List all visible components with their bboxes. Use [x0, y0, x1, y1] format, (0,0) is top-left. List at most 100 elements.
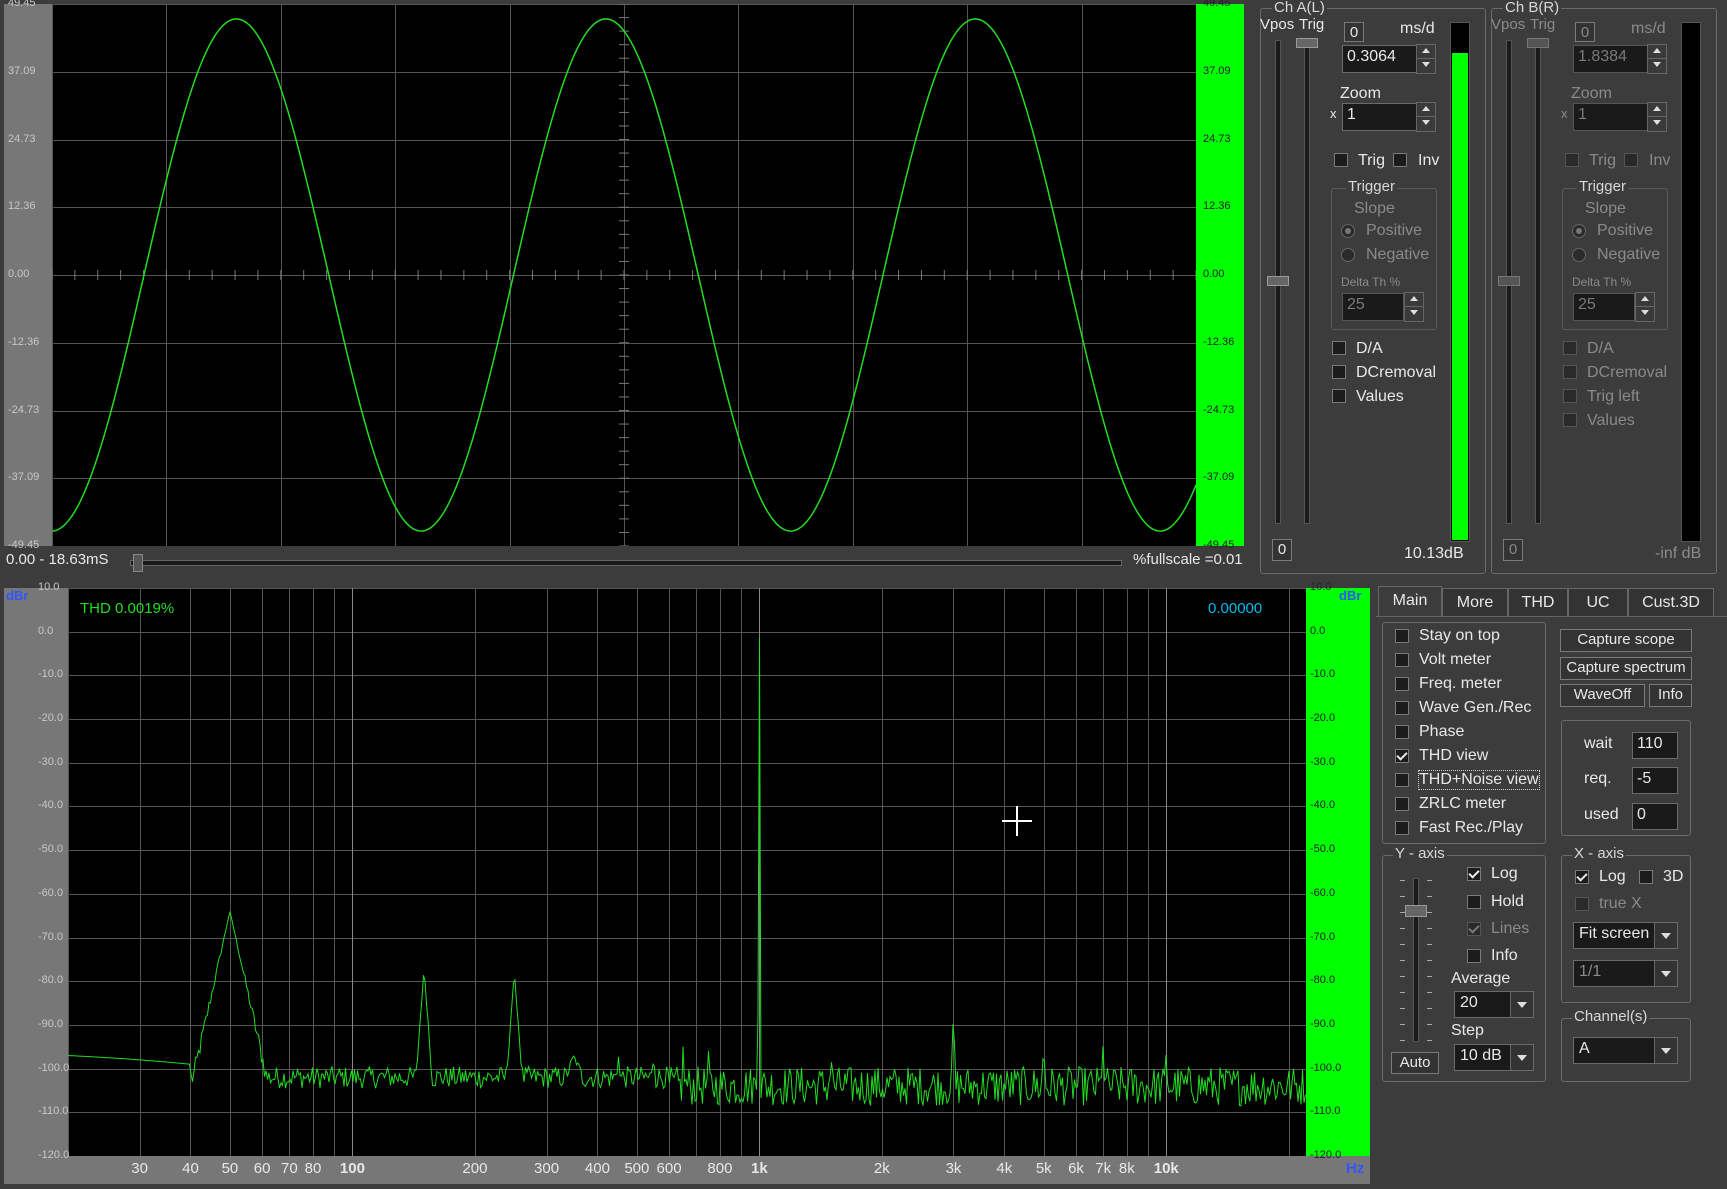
- channel-a-inv-checkbox[interactable]: [1393, 153, 1407, 167]
- y-hold-checkbox[interactable]: [1467, 895, 1481, 909]
- slider-tick: [1427, 912, 1432, 913]
- option-zrlc-meter-checkbox[interactable]: [1395, 797, 1409, 811]
- spectrum-x-tick: 80: [304, 1160, 322, 1177]
- chevron-down-icon[interactable]: [1654, 961, 1677, 986]
- channel-b-zoom-input[interactable]: 1: [1573, 103, 1657, 131]
- channel-a-values-checkbox[interactable]: [1332, 389, 1346, 403]
- channel-a-trig-checkbox[interactable]: [1334, 153, 1348, 167]
- channel-b-vpos-thumb[interactable]: [1498, 276, 1520, 286]
- option-wave-gen-rec-checkbox[interactable]: [1395, 701, 1409, 715]
- channel-b-negative-radio[interactable]: [1572, 248, 1586, 262]
- tab-cust3d[interactable]: Cust.3D: [1628, 588, 1714, 617]
- wait-input[interactable]: 110: [1632, 732, 1678, 759]
- channel-a-vpos-thumb[interactable]: [1267, 276, 1289, 286]
- info-button[interactable]: Info: [1649, 684, 1692, 707]
- channel-b-zoom-spinner[interactable]: [1647, 102, 1667, 132]
- y-hold-label: Hold: [1491, 893, 1524, 910]
- fit-screen-select[interactable]: Fit screen: [1573, 922, 1678, 949]
- channel-b-inv-checkbox[interactable]: [1624, 153, 1638, 167]
- scope-y-tick-right: 24.73: [1203, 132, 1231, 145]
- waveoff-button[interactable]: WaveOff: [1560, 684, 1645, 707]
- scope-y-tick-right: 49.45: [1203, 0, 1231, 9]
- y-axis-slider-thumb[interactable]: [1405, 905, 1427, 917]
- scope-scrollbar[interactable]: [130, 554, 1122, 572]
- scope-y-tick-left: -12.36: [8, 335, 40, 348]
- channel-b-positive-radio[interactable]: [1572, 224, 1586, 238]
- option-phase-checkbox[interactable]: [1395, 725, 1409, 739]
- slider-tick: [1400, 1008, 1405, 1009]
- channel-b-trig-thumb[interactable]: [1527, 38, 1549, 48]
- channel-b-trig-checkbox[interactable]: [1565, 153, 1579, 167]
- x-log-checkbox[interactable]: [1575, 870, 1589, 884]
- tab-uc[interactable]: UC: [1568, 588, 1628, 617]
- channel-b-msd-spinner[interactable]: [1647, 44, 1667, 74]
- tab-thd[interactable]: THD: [1508, 588, 1568, 617]
- option-volt-meter-checkbox[interactable]: [1395, 653, 1409, 667]
- channel-b-trig-slider[interactable]: [1535, 40, 1541, 524]
- channel-a-zero-button[interactable]: 0: [1344, 22, 1364, 42]
- option-thd-view-checkbox[interactable]: [1395, 749, 1409, 763]
- channel-a-dcremoval-checkbox[interactable]: [1332, 365, 1346, 379]
- capture-scope-button[interactable]: Capture scope: [1560, 629, 1692, 652]
- y-info-label: Info: [1491, 947, 1518, 964]
- channel-b-trigleft-checkbox[interactable]: [1563, 389, 1577, 403]
- channel-a-positive-radio[interactable]: [1341, 224, 1355, 238]
- tab-more[interactable]: More: [1442, 588, 1508, 617]
- channel-a-delta-spinner[interactable]: [1404, 292, 1424, 322]
- spectrum-x-tick: 300: [534, 1160, 560, 1177]
- channel-a-msd-spinner[interactable]: [1416, 44, 1436, 74]
- spectrum-x-tick: 200: [462, 1160, 488, 1177]
- option-fast-rec-play-checkbox[interactable]: [1395, 821, 1409, 835]
- channel-b-delta-spinner[interactable]: [1635, 292, 1655, 322]
- channel-b-zero-button[interactable]: 0: [1575, 22, 1595, 42]
- channel-b-zoom-label: Zoom: [1571, 85, 1612, 102]
- channel-b-bottom-zero-button[interactable]: 0: [1503, 539, 1523, 561]
- option-thd-noise-view-checkbox[interactable]: [1395, 773, 1409, 787]
- channel-b-dcremoval-checkbox[interactable]: [1563, 365, 1577, 379]
- spectrum-y-tick-left: -30.0: [38, 755, 64, 768]
- channel-a-msd-label: ms/d: [1400, 20, 1435, 37]
- channel-a-msd-input[interactable]: 0.3064: [1342, 45, 1426, 73]
- channel-b-delta-input[interactable]: 25: [1573, 293, 1635, 321]
- option-volt-meter-label: Volt meter: [1419, 651, 1492, 668]
- channel-a-negative-radio[interactable]: [1341, 248, 1355, 262]
- y-log-checkbox[interactable]: [1467, 867, 1481, 881]
- channel-a-level-fill: [1452, 53, 1468, 540]
- tab-main[interactable]: Main: [1378, 586, 1442, 617]
- chevron-down-icon[interactable]: [1510, 1045, 1533, 1070]
- x-3d-checkbox[interactable]: [1639, 870, 1653, 884]
- chevron-down-icon[interactable]: [1654, 1038, 1677, 1063]
- spectrum-y-tick-right: 0.0: [1310, 624, 1326, 637]
- scope-scroll-thumb[interactable]: [133, 554, 143, 572]
- channel-a-delta-input[interactable]: 25: [1342, 293, 1404, 321]
- spectrum-y-tick-right: -40.0: [1310, 799, 1336, 812]
- chevron-down-icon[interactable]: [1654, 923, 1677, 948]
- channel-a-trig-thumb[interactable]: [1296, 38, 1318, 48]
- chevron-down-icon[interactable]: [1510, 992, 1533, 1017]
- option-freq-meter-checkbox[interactable]: [1395, 677, 1409, 691]
- spectrum-trace: [68, 637, 1306, 1107]
- channel-a-trig-slider[interactable]: [1304, 40, 1310, 524]
- channel-a-bottom-zero-button[interactable]: 0: [1272, 539, 1292, 561]
- y-lines-checkbox[interactable]: [1467, 922, 1481, 936]
- channels-select[interactable]: A: [1573, 1037, 1678, 1064]
- wait-label: wait: [1584, 735, 1613, 752]
- channel-b-da-checkbox[interactable]: [1563, 341, 1577, 355]
- channel-b-msd-input[interactable]: 1.8384: [1573, 45, 1657, 73]
- channel-b-values-checkbox[interactable]: [1563, 413, 1577, 427]
- used-input[interactable]: 0: [1632, 803, 1678, 830]
- x-truex-checkbox[interactable]: [1575, 897, 1589, 911]
- option-wave-gen-rec-label: Wave Gen./Rec: [1419, 699, 1532, 716]
- auto-button[interactable]: Auto: [1391, 1052, 1439, 1074]
- channel-a-zoom-input[interactable]: 1: [1342, 103, 1426, 131]
- channel-a-zoom-spinner[interactable]: [1416, 102, 1436, 132]
- ratio-select[interactable]: 1/1: [1573, 960, 1678, 987]
- capture-spectrum-button[interactable]: Capture spectrum: [1560, 657, 1692, 680]
- average-select[interactable]: 20: [1454, 991, 1534, 1018]
- step-select[interactable]: 10 dB: [1454, 1044, 1534, 1071]
- y-axis-slider[interactable]: [1413, 878, 1419, 1042]
- req-input[interactable]: -5: [1632, 767, 1678, 794]
- channel-a-da-checkbox[interactable]: [1332, 341, 1346, 355]
- option-stay-on-top-checkbox[interactable]: [1395, 629, 1409, 643]
- y-info-checkbox[interactable]: [1467, 949, 1481, 963]
